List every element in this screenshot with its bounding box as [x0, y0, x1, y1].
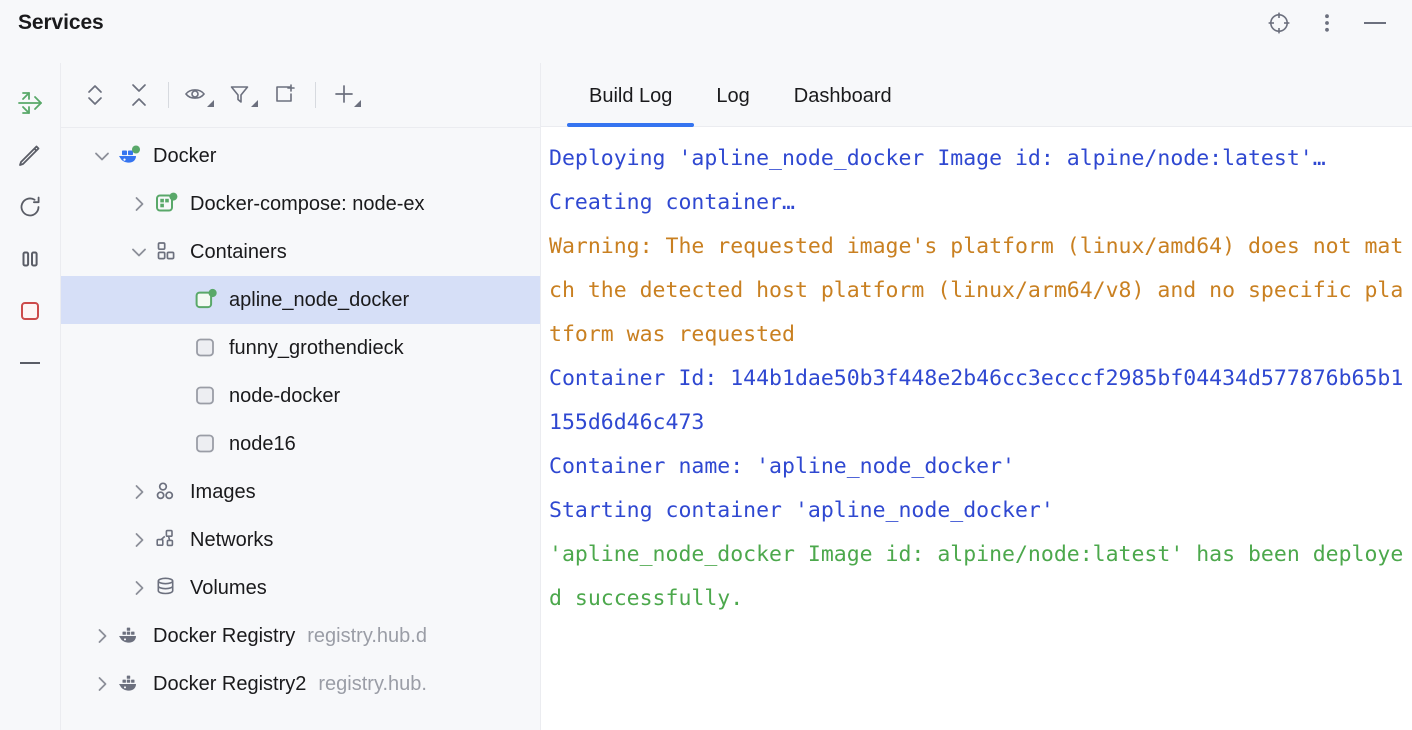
tree-node-label: apline_node_docker — [229, 289, 409, 312]
services-tree-panel: Docker Docker-compose: node-ex Containers a… — [60, 63, 540, 730]
docker-whale-icon — [115, 623, 145, 649]
tree-node-apline-node-docker[interactable]: apline_node_docker — [61, 276, 540, 324]
tab-log[interactable]: Log — [694, 85, 771, 126]
tree-node-label: funny_grothendieck — [229, 337, 404, 360]
restart-icon[interactable] — [12, 190, 48, 224]
dash-icon[interactable] — [12, 346, 48, 380]
log-panel: Build LogLogDashboard Deploying 'apline_… — [540, 63, 1412, 730]
tree-node-networks[interactable]: Networks — [61, 516, 540, 564]
log-line: 'apline_node_docker Image id: alpine/nod… — [549, 533, 1412, 621]
stop-icon[interactable] — [12, 294, 48, 328]
chevron-down-icon — [206, 99, 214, 107]
chevron-right-icon[interactable] — [89, 674, 115, 694]
chevron-right-icon[interactable] — [89, 626, 115, 646]
expand-all-icon[interactable] — [73, 74, 117, 116]
container-stopped-icon — [191, 335, 221, 361]
tree-node-label: node16 — [229, 433, 296, 456]
tree-node-images[interactable]: Images — [61, 468, 540, 516]
run-toolbar — [0, 63, 60, 730]
containers-icon — [152, 239, 182, 265]
add-tab-icon[interactable] — [264, 74, 308, 116]
services-tree: Docker Docker-compose: node-ex Containers a… — [61, 128, 540, 708]
collapse-all-icon[interactable] — [117, 74, 161, 116]
tree-node-label: Containers — [190, 241, 287, 264]
log-line: Container Id: 144b1dae50b3f448e2b46cc3ec… — [549, 357, 1412, 445]
toolbar-separator-2 — [315, 82, 316, 108]
tree-node-docker-compose-node-ex[interactable]: Docker-compose: node-ex — [61, 180, 540, 228]
page-title: Services — [18, 11, 104, 35]
log-tab-bar: Build LogLogDashboard — [541, 63, 1412, 127]
pause-icon[interactable] — [12, 242, 48, 276]
networks-icon — [152, 527, 182, 553]
tree-node-label: Docker-compose: node-ex — [190, 193, 425, 216]
view-options-icon[interactable] — [176, 74, 220, 116]
tree-node-docker-registry[interactable]: Docker Registry registry.hub.d — [61, 612, 540, 660]
tree-node-containers[interactable]: Containers — [61, 228, 540, 276]
chevron-down-icon[interactable] — [89, 146, 115, 166]
tree-node-volumes[interactable]: Volumes — [61, 564, 540, 612]
locate-target-icon[interactable] — [1262, 6, 1296, 40]
images-icon — [152, 479, 182, 505]
tab-build-log[interactable]: Build Log — [567, 85, 694, 126]
tree-node-label: Volumes — [190, 577, 267, 600]
build-log-output[interactable]: Deploying 'apline_node_docker Image id: … — [541, 127, 1412, 730]
volumes-icon — [152, 575, 182, 601]
tree-node-funny-grothendieck[interactable]: funny_grothendieck — [61, 324, 540, 372]
chevron-right-icon[interactable] — [126, 530, 152, 550]
log-line: Warning: The requested image's platform … — [549, 225, 1412, 357]
tree-node-label: Networks — [190, 529, 273, 552]
docker-compose-icon — [152, 191, 182, 217]
tree-node-subtitle: registry.hub. — [318, 673, 427, 696]
tree-indent-spacer — [165, 338, 191, 358]
tree-node-label: Images — [190, 481, 256, 504]
log-line: Deploying 'apline_node_docker Image id: … — [549, 137, 1412, 181]
tree-toolbar — [61, 63, 540, 128]
tree-node-node-docker[interactable]: node-docker — [61, 372, 540, 420]
chevron-down-icon[interactable] — [126, 242, 152, 262]
log-line: Container name: 'apline_node_docker' — [549, 445, 1412, 489]
tree-node-label: Docker Registry2 — [153, 673, 306, 696]
tree-indent-spacer — [165, 386, 191, 406]
tree-node-docker-registry2[interactable]: Docker Registry2 registry.hub. — [61, 660, 540, 708]
tree-node-node16[interactable]: node16 — [61, 420, 540, 468]
container-running-icon — [191, 287, 221, 313]
tree-node-subtitle: registry.hub.d — [307, 625, 427, 648]
chevron-right-icon[interactable] — [126, 194, 152, 214]
window-header: Services — [0, 0, 1412, 46]
add-service-icon[interactable] — [323, 74, 367, 116]
chevron-right-icon[interactable] — [126, 578, 152, 598]
tab-dashboard[interactable]: Dashboard — [772, 85, 914, 126]
rerun-icon[interactable] — [12, 86, 48, 120]
header-actions — [1262, 6, 1392, 40]
tree-node-docker[interactable]: Docker — [61, 132, 540, 180]
more-options-icon[interactable] — [1310, 6, 1344, 40]
tree-indent-spacer — [165, 290, 191, 310]
edit-pencil-icon[interactable] — [12, 138, 48, 172]
log-line: Starting container 'apline_node_docker' — [549, 489, 1412, 533]
container-stopped-icon — [191, 383, 221, 409]
container-stopped-icon — [191, 431, 221, 457]
tree-node-label: Docker — [153, 145, 216, 168]
services-tool-window: Services — [0, 0, 1412, 730]
chevron-down-icon — [353, 99, 361, 107]
tree-node-label: Docker Registry — [153, 625, 295, 648]
filter-icon[interactable] — [220, 74, 264, 116]
chevron-right-icon[interactable] — [126, 482, 152, 502]
log-line: Creating container… — [549, 181, 1412, 225]
toolbar-separator — [168, 82, 169, 108]
chevron-down-icon — [250, 99, 258, 107]
tree-indent-spacer — [165, 434, 191, 454]
docker-whale-running-icon — [115, 143, 145, 169]
minimize-icon[interactable] — [1358, 6, 1392, 40]
tree-node-label: node-docker — [229, 385, 340, 408]
docker-whale-icon — [115, 671, 145, 697]
